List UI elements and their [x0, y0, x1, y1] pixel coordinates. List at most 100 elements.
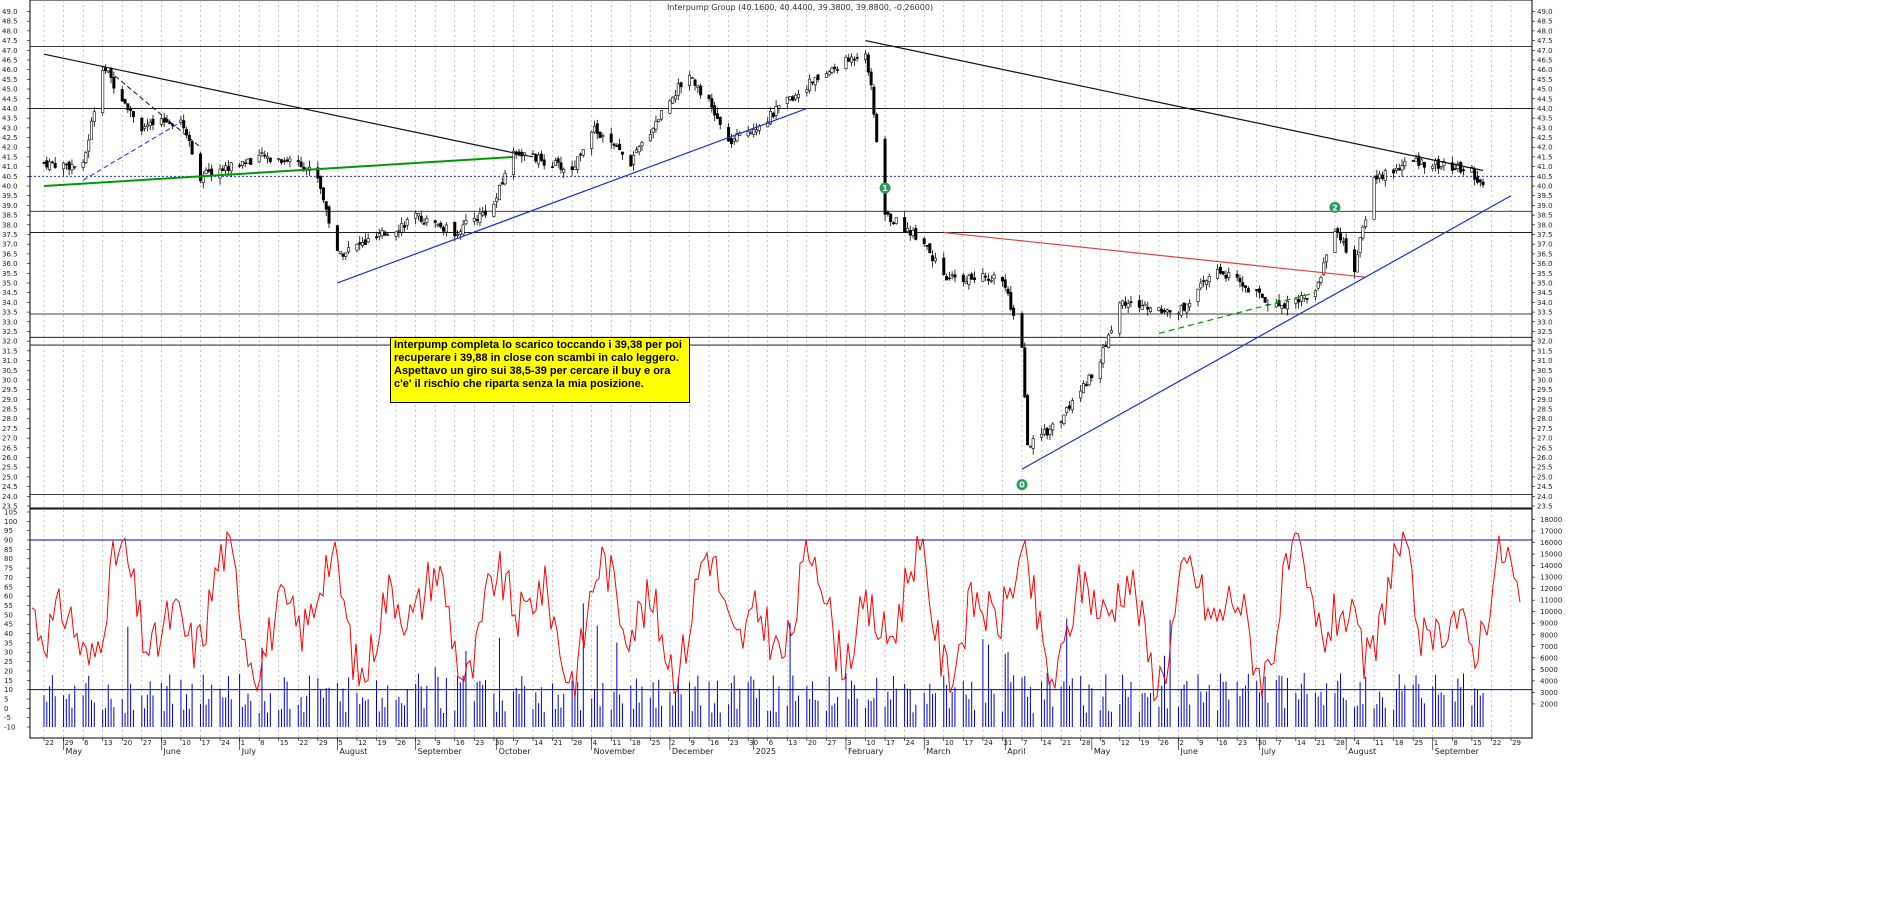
- day-label: 21: [1062, 739, 1071, 747]
- day-label: 13: [104, 739, 113, 747]
- candle-body: [967, 275, 971, 285]
- candle-body: [361, 241, 365, 246]
- candle-body: [1207, 276, 1211, 283]
- stock-chart: Interpump Group (40.1600, 40.4400, 39.38…: [2, 0, 1562, 756]
- candle-body: [791, 96, 795, 101]
- right-price-label: 47.5: [1537, 37, 1553, 45]
- candle-body: [347, 247, 351, 253]
- candle-body: [805, 89, 809, 93]
- left-price-label: 36.0: [2, 260, 18, 268]
- month-label: July: [241, 747, 257, 756]
- candle-body: [1294, 298, 1298, 304]
- candle-body: [151, 118, 155, 125]
- candle-body: [883, 138, 887, 215]
- volume-label: 13000: [1540, 574, 1562, 582]
- left-price-label: 44.5: [2, 95, 18, 103]
- osc-label: 100: [4, 518, 17, 526]
- candle-body: [796, 93, 800, 98]
- candle-body: [246, 158, 250, 164]
- left-price-label: 32.5: [2, 328, 18, 336]
- candle-body: [1023, 347, 1027, 398]
- candle-body: [925, 245, 929, 247]
- candle-body: [1143, 303, 1147, 307]
- right-price-label: 31.5: [1537, 347, 1553, 355]
- month-label: November: [594, 747, 636, 756]
- right-price-label: 40.5: [1537, 173, 1553, 181]
- left-price-label: 41.5: [2, 153, 18, 161]
- candle-body: [576, 156, 580, 170]
- day-label: 27: [143, 739, 152, 747]
- day-label: 23: [475, 739, 484, 747]
- candle-body: [394, 231, 398, 237]
- candle-body: [204, 169, 208, 175]
- right-price-label: 29.5: [1537, 386, 1553, 394]
- candle-body: [190, 141, 194, 155]
- osc-label: -5: [4, 714, 11, 722]
- candle-body: [1000, 276, 1004, 282]
- candle-body: [405, 219, 409, 226]
- left-price-label: 27.5: [2, 425, 18, 433]
- left-price-label: 31.5: [2, 347, 18, 355]
- candle-body: [1026, 395, 1030, 446]
- volume-label: 4000: [1540, 677, 1558, 685]
- candle-body: [159, 118, 163, 125]
- right-price-label: 33.0: [1537, 318, 1553, 326]
- left-price-label: 43.5: [2, 115, 18, 123]
- candle-body: [324, 201, 328, 210]
- candle-body: [827, 71, 831, 76]
- candle-body: [1397, 168, 1401, 171]
- volume-bars: [43, 603, 1484, 727]
- candle-body: [1182, 302, 1186, 311]
- candle-body: [1098, 361, 1102, 379]
- candle-body: [847, 57, 851, 62]
- candle-body: [855, 57, 859, 59]
- candle-body: [598, 131, 602, 139]
- candle-body: [257, 154, 261, 163]
- candle-body: [1199, 282, 1203, 289]
- candle-body: [1325, 254, 1329, 263]
- candle-body: [442, 227, 446, 232]
- candle-body: [478, 212, 482, 223]
- right-price-label: 39.5: [1537, 192, 1553, 200]
- candle-body: [218, 168, 222, 179]
- candle-body: [1316, 281, 1320, 289]
- left-price-label: 41.0: [2, 163, 18, 171]
- candle-body: [531, 153, 535, 155]
- candle-body: [483, 210, 487, 216]
- osc-label: 0: [4, 705, 8, 713]
- candle-body: [1411, 160, 1415, 162]
- left-price-label: 29.0: [2, 396, 18, 404]
- day-label: 14: [534, 739, 543, 747]
- day-label: 10: [867, 739, 876, 747]
- day-label: 20: [808, 739, 817, 747]
- candle-body: [679, 82, 683, 88]
- candle-body: [718, 117, 722, 125]
- day-label: 14: [1043, 739, 1052, 747]
- candle-body: [922, 238, 926, 245]
- candle-body: [755, 129, 759, 133]
- candle-body: [341, 253, 345, 257]
- left-price-label: 32.0: [2, 338, 18, 346]
- day-label: 24: [906, 739, 915, 747]
- candle-body: [1400, 165, 1404, 171]
- candle-body: [640, 142, 644, 147]
- left-price-label: 37.0: [2, 241, 18, 249]
- day-label: 2: [671, 739, 675, 747]
- plot-frame: [29, 0, 1533, 739]
- candle-body: [727, 126, 731, 142]
- month-label: April: [1007, 747, 1025, 756]
- day-label: 24: [221, 739, 230, 747]
- candle-body: [366, 238, 370, 243]
- left-price-label: 31.0: [2, 357, 18, 365]
- candle-body: [1009, 292, 1013, 310]
- candle-body: [419, 215, 423, 222]
- month-label: September: [418, 747, 463, 756]
- osc-label: 75: [4, 565, 13, 573]
- candle-body: [1042, 428, 1046, 435]
- day-label: 8: [260, 739, 264, 747]
- osc-label: 25: [4, 658, 13, 666]
- candle-body: [422, 222, 426, 225]
- candle-body: [1344, 238, 1348, 253]
- volume-label: 2000: [1540, 700, 1558, 708]
- candle-body: [481, 212, 485, 216]
